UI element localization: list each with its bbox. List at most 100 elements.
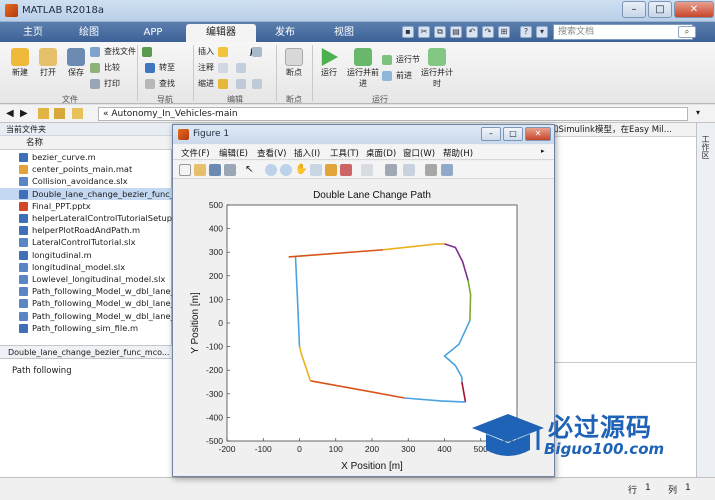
file-row[interactable]: helperPlotRoadAndPath.m bbox=[0, 224, 172, 236]
file-row[interactable]: LateralControlTutorial.slx bbox=[0, 236, 172, 248]
run-section-button[interactable]: 运行节 bbox=[382, 54, 420, 66]
increase-indent-button[interactable] bbox=[252, 78, 266, 90]
file-row[interactable]: Path_following_Model_w_dbl_lane_... bbox=[0, 285, 172, 297]
figure-maximize-button[interactable]: □ bbox=[503, 127, 523, 141]
maximize-button[interactable]: □ bbox=[648, 1, 672, 18]
search-documentation-input[interactable]: 搜索文档 bbox=[553, 24, 693, 40]
back-forward-button[interactable] bbox=[142, 46, 156, 58]
save-quick-icon[interactable]: ▪ bbox=[402, 26, 414, 38]
smart-indent-button[interactable] bbox=[218, 78, 232, 90]
new-button[interactable]: 新建 bbox=[6, 48, 34, 78]
pan-hand-icon[interactable]: ✋ bbox=[295, 164, 307, 176]
menu-desktop[interactable]: 桌面(D) bbox=[366, 147, 396, 159]
search-icon[interactable]: ⌕ bbox=[678, 26, 696, 38]
menu-file[interactable]: 文件(F) bbox=[181, 147, 210, 159]
menu-help[interactable]: 帮助(H) bbox=[443, 147, 473, 159]
figure-minimize-button[interactable]: – bbox=[481, 127, 501, 141]
file-row[interactable]: Path_following_Model_w_dbl_lane_... bbox=[0, 297, 172, 309]
indent-button[interactable]: 缩进 bbox=[198, 78, 214, 90]
minimize-button[interactable]: – bbox=[622, 1, 646, 18]
menu-overflow-icon[interactable]: ▸ bbox=[541, 147, 545, 155]
cut-quick-icon[interactable]: ✂ bbox=[418, 26, 430, 38]
forward-icon[interactable]: ▶ bbox=[20, 108, 28, 119]
save-button[interactable]: 保存 bbox=[62, 48, 90, 78]
menu-tools[interactable]: 工具(T) bbox=[330, 147, 359, 159]
current-folder-path[interactable]: « Autonomy_In_Vehicles-main bbox=[98, 107, 688, 121]
details-header[interactable]: Double_lane_change_bezier_func_mco... bbox=[0, 345, 172, 359]
workspace-label[interactable]: 工作区 bbox=[700, 135, 711, 159]
options-dropdown-icon[interactable]: ▾ bbox=[536, 26, 548, 38]
data-cursor-icon[interactable] bbox=[325, 164, 337, 176]
tab-view[interactable]: 视图 bbox=[318, 24, 370, 42]
open-file-icon[interactable] bbox=[194, 164, 206, 176]
file-row[interactable]: longitudinal.m bbox=[0, 249, 172, 261]
file-row[interactable]: Collision_avoidance.slx bbox=[0, 175, 172, 187]
editor-tab[interactable]: 和Simulink模型，在Easy Mil... bbox=[550, 123, 696, 137]
run-and-time-button[interactable]: 运行并计时 bbox=[420, 48, 454, 89]
file-row[interactable]: Path_following_sim_file.m bbox=[0, 322, 172, 334]
help-icon[interactable]: ? bbox=[520, 26, 532, 38]
advance-button[interactable]: 前进 bbox=[382, 70, 412, 82]
print-button[interactable]: 打印 bbox=[90, 78, 120, 90]
brush-icon[interactable] bbox=[340, 164, 352, 176]
breakpoints-button[interactable]: 断点 bbox=[280, 48, 308, 78]
file-row[interactable]: Final_PPT.pptx bbox=[0, 200, 172, 212]
figure-close-button[interactable]: ✕ bbox=[525, 127, 551, 141]
redo-quick-icon[interactable]: ↷ bbox=[482, 26, 494, 38]
insert-menu-button[interactable] bbox=[252, 46, 266, 58]
rotate-3d-icon[interactable] bbox=[310, 164, 322, 176]
menu-insert[interactable]: 插入(I) bbox=[294, 147, 320, 159]
menu-edit[interactable]: 编辑(E) bbox=[219, 147, 248, 159]
editor-area[interactable] bbox=[550, 137, 696, 362]
file-row[interactable]: longitudinal_model.slx bbox=[0, 261, 172, 273]
file-row[interactable]: Double_lane_change_bezier_func_... bbox=[0, 187, 172, 200]
run-label: 运行 bbox=[321, 68, 337, 77]
wrap-comment-button[interactable] bbox=[236, 62, 250, 74]
zoom-out-icon[interactable] bbox=[280, 164, 292, 176]
goto-button[interactable]: 转至 bbox=[145, 62, 175, 74]
path-dropdown-icon[interactable]: ▾ bbox=[696, 108, 700, 117]
close-button[interactable]: ✕ bbox=[674, 1, 714, 18]
compare-button[interactable]: 比较 bbox=[90, 62, 120, 74]
undo-quick-icon[interactable]: ↶ bbox=[466, 26, 478, 38]
find-button[interactable]: 查找 bbox=[145, 78, 175, 90]
edit-plot-cursor-icon[interactable]: ↖ bbox=[245, 164, 257, 176]
run-and-advance-button[interactable]: 运行并前进 bbox=[346, 48, 380, 89]
paste-quick-icon[interactable]: ▤ bbox=[450, 26, 462, 38]
tab-editor[interactable]: 编辑器 bbox=[186, 24, 256, 42]
link-plot-icon[interactable] bbox=[361, 164, 373, 176]
save-figure-icon[interactable] bbox=[209, 164, 221, 176]
tab-plots[interactable]: 绘图 bbox=[64, 24, 114, 42]
switch-windows-icon[interactable]: ⊞ bbox=[498, 26, 510, 38]
decrease-indent-button[interactable] bbox=[236, 78, 250, 90]
up-folder-icon[interactable] bbox=[38, 108, 49, 119]
comment-percent-button[interactable] bbox=[218, 62, 232, 74]
copy-quick-icon[interactable]: ⧉ bbox=[434, 26, 446, 38]
insert-button[interactable]: 插入 bbox=[198, 46, 214, 58]
file-row[interactable]: Lowlevel_longitudinal_model.slx bbox=[0, 273, 172, 285]
find-files-button[interactable]: 查找文件 bbox=[90, 46, 136, 58]
tab-home[interactable]: 主页 bbox=[10, 24, 56, 42]
file-row[interactable]: helperLateralControlTutorialSetup... bbox=[0, 212, 172, 224]
name-column-header[interactable]: 名称 bbox=[0, 136, 172, 150]
menu-window[interactable]: 窗口(W) bbox=[403, 147, 435, 159]
menu-view[interactable]: 查看(V) bbox=[257, 147, 286, 159]
run-button[interactable]: 运行 bbox=[316, 48, 342, 78]
insert-legend-icon[interactable] bbox=[403, 164, 415, 176]
new-figure-icon[interactable] bbox=[179, 164, 191, 176]
tab-apps[interactable]: APP bbox=[128, 24, 178, 42]
tab-publish[interactable]: 发布 bbox=[262, 24, 308, 42]
file-row[interactable]: bezier_curve.m bbox=[0, 151, 172, 163]
insert-colorbar-icon[interactable] bbox=[385, 164, 397, 176]
file-row[interactable]: Path_following_Model_w_dbl_lane_... bbox=[0, 310, 172, 322]
file-row[interactable]: center_points_main.mat bbox=[0, 163, 172, 175]
back-icon[interactable]: ◀ bbox=[6, 108, 14, 119]
browse-folder-icon[interactable] bbox=[54, 108, 65, 119]
hide-plot-tools-icon[interactable] bbox=[425, 164, 437, 176]
show-plot-tools-icon[interactable] bbox=[441, 164, 453, 176]
zoom-in-icon[interactable] bbox=[265, 164, 277, 176]
open-button[interactable]: 打开 bbox=[34, 48, 62, 78]
insert-section-button[interactable] bbox=[218, 46, 232, 58]
comment-button[interactable]: 注释 bbox=[198, 62, 214, 74]
print-figure-icon[interactable] bbox=[224, 164, 236, 176]
